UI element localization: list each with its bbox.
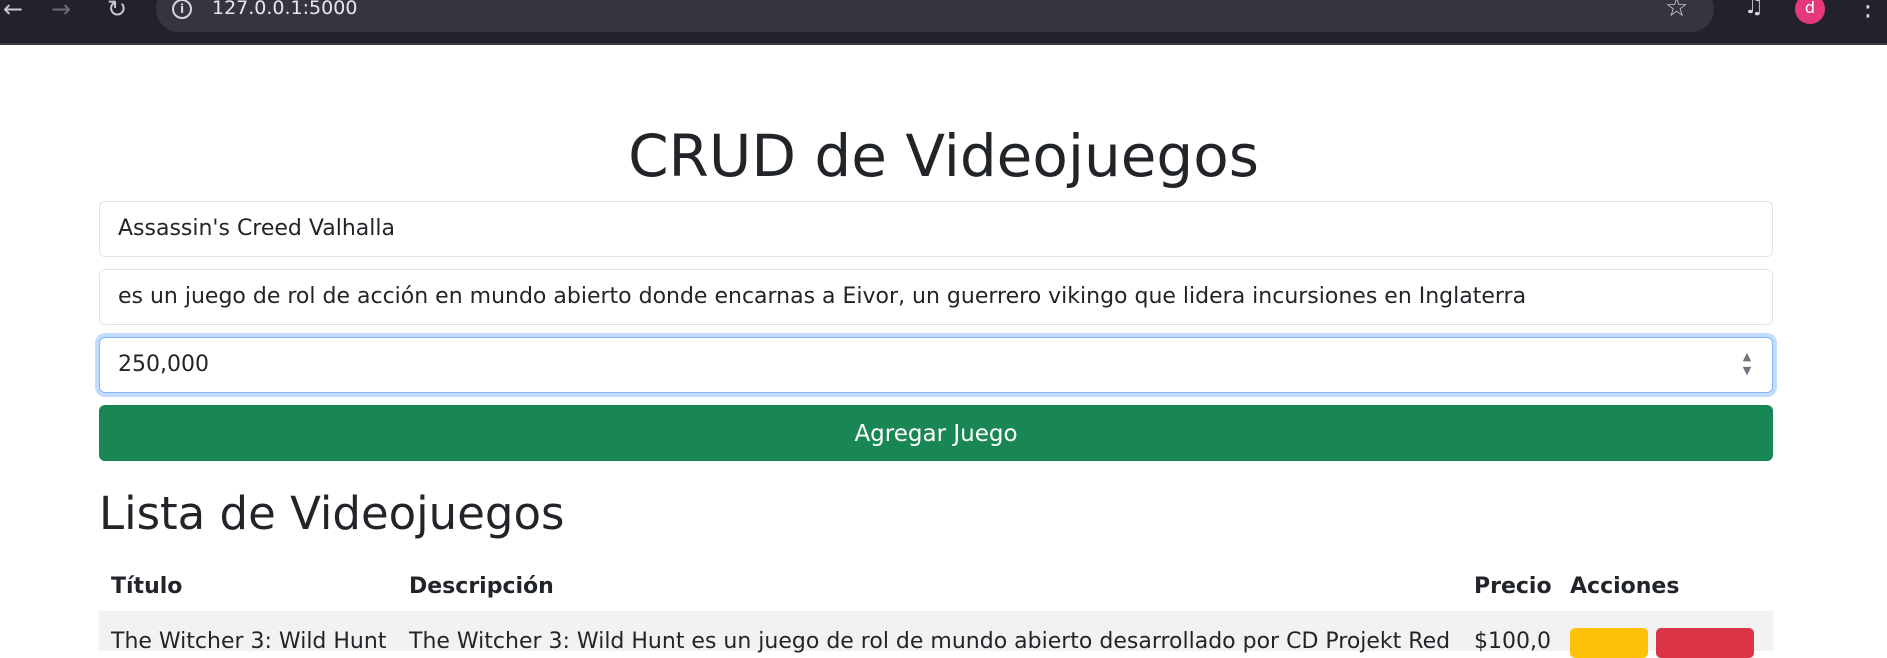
stepper-up-icon[interactable]: ▲ — [1740, 350, 1754, 364]
column-header-actions: Acciones — [1570, 574, 1680, 599]
avatar-letter: d — [1804, 0, 1816, 17]
cell-title: The Witcher 3: Wild Hunt — [111, 629, 387, 654]
number-stepper[interactable]: ▲ ▼ — [1740, 350, 1754, 380]
cell-description: The Witcher 3: Wild Hunt es un juego de … — [409, 629, 1451, 654]
delete-button[interactable] — [1656, 628, 1754, 658]
price-input-value: 250,000 — [118, 352, 209, 377]
profile-avatar[interactable]: d — [1795, 0, 1825, 24]
reload-icon[interactable]: ↻ — [104, 0, 130, 22]
price-input[interactable]: 250,000 ▲ ▼ — [99, 337, 1773, 393]
bookmark-star-icon[interactable]: ☆ — [1665, 0, 1688, 22]
column-header-description: Descripción — [409, 574, 554, 599]
cell-price: $100,0 — [1474, 629, 1551, 654]
table-row: The Witcher 3: Wild Hunt The Witcher 3: … — [99, 611, 1773, 658]
stepper-down-icon[interactable]: ▼ — [1740, 364, 1754, 378]
title-input[interactable]: Assassin's Creed Valhalla — [99, 201, 1773, 257]
list-title: Lista de Videojuegos — [99, 487, 565, 540]
browser-toolbar: ← → ↻ i 127.0.0.1:5000 ☆ ♫ d ⋮ — [0, 0, 1887, 45]
title-input-value: Assassin's Creed Valhalla — [118, 216, 395, 241]
address-bar-url[interactable]: 127.0.0.1:5000 — [212, 0, 357, 19]
column-header-price: Precio — [1474, 574, 1552, 599]
page-title: CRUD de Videojuegos — [628, 122, 1259, 190]
description-input-value: es un juego de rol de acción en mundo ab… — [118, 284, 1527, 309]
site-info-icon[interactable]: i — [172, 0, 192, 19]
table-header: Título Descripción Precio Acciones — [99, 565, 1773, 612]
forward-arrow-icon[interactable]: → — [48, 0, 74, 22]
address-bar[interactable]: i 127.0.0.1:5000 — [156, 0, 1714, 32]
description-input[interactable]: es un juego de rol de acción en mundo ab… — [99, 269, 1773, 325]
edit-button[interactable] — [1570, 628, 1648, 658]
back-arrow-icon[interactable]: ← — [0, 0, 26, 22]
browser-menu-icon[interactable]: ⋮ — [1855, 0, 1881, 22]
media-queue-icon[interactable]: ♫ — [1744, 0, 1764, 20]
column-header-title: Título — [111, 574, 183, 599]
add-game-button[interactable]: Agregar Juego — [99, 405, 1773, 461]
